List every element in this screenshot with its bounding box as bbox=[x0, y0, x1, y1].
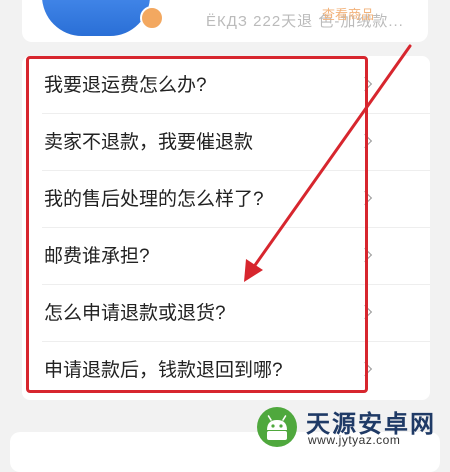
chevron-right-icon bbox=[357, 190, 373, 206]
product-title: ЁКДЗ 222天退 色-加绒款... bbox=[206, 13, 404, 30]
chevron-right-icon bbox=[357, 247, 373, 263]
chevron-right-icon bbox=[357, 76, 373, 92]
avatar-icon bbox=[42, 0, 150, 36]
faq-item-label: 我要退运费怎么办? bbox=[44, 75, 207, 96]
chevron-right-icon bbox=[357, 361, 373, 377]
faq-list: 我要退运费怎么办? 卖家不退款，我要催退款 我的售后处理的怎么样了? 邮费谁承担… bbox=[22, 56, 430, 400]
faq-item-label: 怎么申请退款或退货? bbox=[44, 303, 226, 324]
chevron-right-icon bbox=[357, 304, 373, 320]
faq-item-label: 卖家不退款，我要催退款 bbox=[44, 132, 254, 153]
faq-item-label: 我的售后处理的怎么样了? bbox=[44, 189, 264, 210]
watermark-url: www.jytyaz.com bbox=[308, 433, 401, 447]
view-product-link[interactable]: 查看商品 bbox=[322, 4, 374, 23]
watermark: 天源安卓网 www.jytyaz.com bbox=[256, 404, 450, 450]
faq-item-after-sale-status[interactable]: 我的售后处理的怎么样了? bbox=[22, 171, 430, 228]
chevron-right-icon bbox=[357, 133, 373, 149]
faq-item-label: 邮费谁承担? bbox=[44, 246, 150, 267]
android-logo-icon bbox=[257, 407, 297, 447]
avatar-badge bbox=[140, 6, 164, 30]
faq-item-label: 申请退款后，钱款退回到哪? bbox=[44, 360, 283, 381]
faq-item-refund-destination[interactable]: 申请退款后，钱款退回到哪? bbox=[22, 342, 430, 399]
faq-item-shipping-cost[interactable]: 邮费谁承担? bbox=[22, 228, 430, 285]
faq-item-apply-refund[interactable]: 怎么申请退款或退货? bbox=[22, 285, 430, 342]
faq-item-refund-shipping[interactable]: 我要退运费怎么办? bbox=[22, 57, 430, 114]
faq-item-urge-refund[interactable]: 卖家不退款，我要催退款 bbox=[22, 114, 430, 171]
product-card[interactable]: ЁКДЗ 222天退 色-加绒款... 查看商品 bbox=[22, 0, 428, 42]
